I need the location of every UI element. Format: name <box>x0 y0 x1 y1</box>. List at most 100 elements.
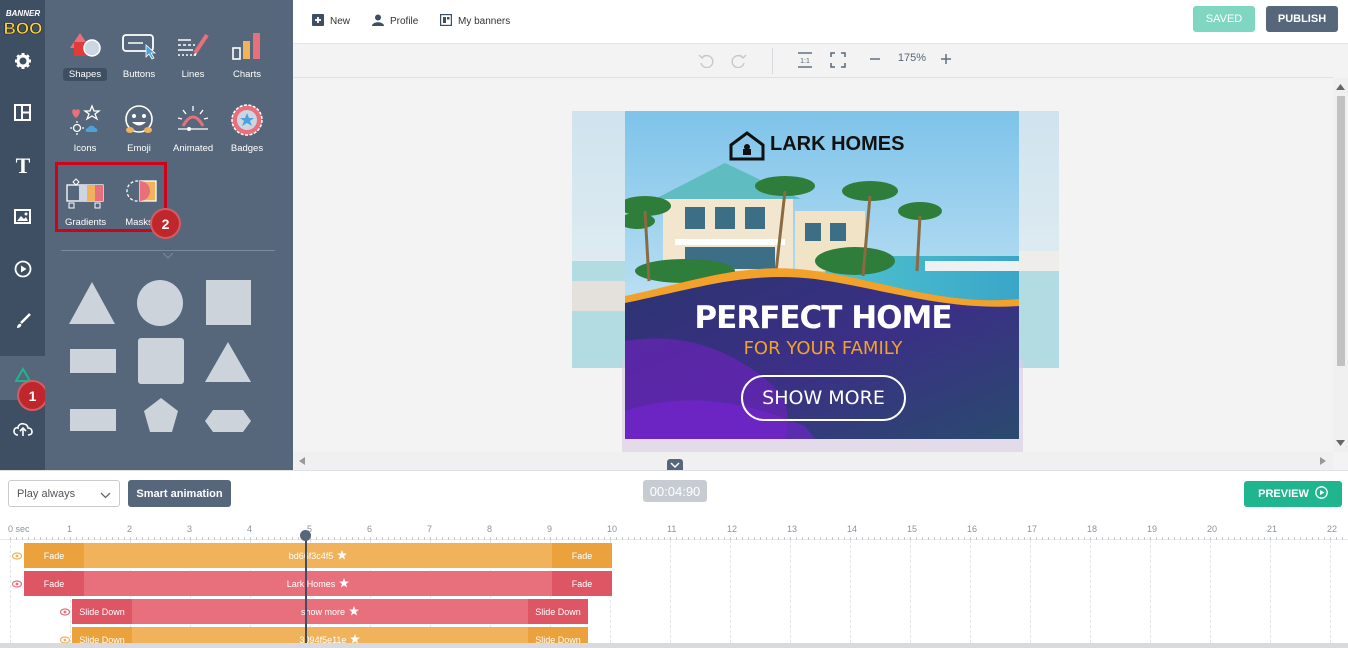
ruler-tick-label: 12 <box>727 524 738 534</box>
smart-animation-button[interactable]: Smart animation <box>128 480 231 507</box>
ruler-tick-label: 13 <box>787 524 798 534</box>
ruler-tick-label: 4 <box>247 524 253 534</box>
tool-shapes[interactable]: Shapes <box>59 24 111 81</box>
eye-icon[interactable] <box>11 551 23 561</box>
profile-button[interactable]: Profile <box>372 13 418 29</box>
animated-icon <box>167 98 219 142</box>
eye-icon[interactable] <box>11 579 23 589</box>
zoom-level: 175% <box>897 52 927 64</box>
timeline-grid-line <box>1030 540 1031 648</box>
ruler-tick-label: 10 <box>607 524 618 534</box>
play-mode-select[interactable]: Play always <box>8 480 120 507</box>
track-name[interactable]: show more <box>132 599 528 624</box>
track-out-animation[interactable]: Fade <box>552 571 612 596</box>
ruler-tick-label: 22 <box>1327 524 1338 534</box>
shape-hexagon[interactable] <box>205 410 251 432</box>
fullscreen-icon[interactable] <box>830 52 846 68</box>
plus-square-icon <box>312 13 324 29</box>
ruler-tick-label: 14 <box>847 524 858 534</box>
canvas-toolbar <box>293 44 1333 78</box>
bar-chart-icon <box>221 24 273 68</box>
rail-video-button[interactable] <box>0 244 45 296</box>
my-banners-button[interactable]: My banners <box>439 13 510 29</box>
playhead[interactable] <box>305 531 307 648</box>
ruler-tick-label: 0 sec <box>8 524 30 534</box>
tool-badges[interactable]: Badges <box>221 98 273 155</box>
timeline-grid-line <box>910 540 911 648</box>
timeline-scrollbar[interactable] <box>0 643 1348 648</box>
banner-headline[interactable]: PERFECT HOME <box>625 300 1021 336</box>
zoom-in-icon[interactable] <box>940 53 952 65</box>
play-circle-icon <box>1315 486 1328 502</box>
chevron-down-icon <box>670 459 680 471</box>
track-name[interactable]: bd66f3c4f5 <box>84 543 552 568</box>
banner-cta-button[interactable]: SHOW MORE <box>741 375 906 421</box>
button-cursor-icon <box>113 24 165 68</box>
saved-button[interactable]: SAVED <box>1193 6 1255 32</box>
vertical-scrollbar[interactable] <box>1333 78 1348 452</box>
chevron-down-icon <box>100 490 111 502</box>
ruler-tick-label: 16 <box>967 524 978 534</box>
timeline-track[interactable]: Fade bd66f3c4f5 Fade <box>24 543 612 568</box>
tool-emoji[interactable]: Emoji <box>113 98 165 155</box>
banner-subhead[interactable]: FOR YOUR FAMILY <box>625 338 1021 359</box>
shape-pentagon[interactable] <box>144 398 178 432</box>
shape-rectangle[interactable] <box>70 349 116 373</box>
track-out-animation[interactable]: Fade <box>552 543 612 568</box>
shape-triangle-2[interactable] <box>205 342 251 382</box>
track-out-animation[interactable]: Slide Down <box>528 599 588 624</box>
rail-image-button[interactable] <box>0 192 45 244</box>
timeline-track[interactable]: Fade Lark Homes Fade <box>24 571 612 596</box>
actual-size-icon[interactable]: 1:1 <box>797 52 813 68</box>
horizontal-scrollbar[interactable] <box>293 452 1333 470</box>
undo-icon[interactable] <box>698 52 714 69</box>
new-button[interactable]: New <box>312 13 350 29</box>
rail-brush-button[interactable] <box>0 296 45 348</box>
rail-settings-button[interactable] <box>0 36 45 88</box>
play-circle-icon <box>14 260 32 281</box>
track-in-animation[interactable]: Slide Down <box>72 599 132 624</box>
shape-square[interactable] <box>206 280 251 325</box>
timeline-grid-line <box>1270 540 1271 648</box>
emoji-icon <box>113 98 165 142</box>
svg-text:1:1: 1:1 <box>800 58 810 65</box>
lines-pencil-icon <box>167 24 219 68</box>
step-badge-2: 2 <box>150 208 181 239</box>
track-in-animation[interactable]: Fade <box>24 571 84 596</box>
collapse-timeline-button[interactable] <box>667 459 683 470</box>
rail-layout-button[interactable] <box>0 88 45 140</box>
ruler-tick-label: 9 <box>547 524 553 534</box>
shapes-icon <box>59 24 111 68</box>
ruler-tick-label: 21 <box>1267 524 1278 534</box>
track-in-animation[interactable]: Fade <box>24 543 84 568</box>
zoom-out-icon[interactable] <box>869 53 881 65</box>
timeline-grid-line <box>1090 540 1091 648</box>
user-icon <box>372 14 384 29</box>
tool-buttons[interactable]: Buttons <box>113 24 165 81</box>
track-name[interactable]: Lark Homes <box>84 571 552 596</box>
ruler-ticks: 0 sec 1 2 3 4 5 6 7 8 9 10 11 12 13 14 15 16 17 18 19 20 21 22 <box>0 516 1348 540</box>
shape-wide-rectangle[interactable] <box>70 409 116 431</box>
redo-icon[interactable] <box>731 52 747 69</box>
shape-triangle[interactable] <box>69 282 115 324</box>
preview-button[interactable]: PREVIEW <box>1244 481 1342 507</box>
publish-button[interactable]: PUBLISH <box>1266 6 1338 32</box>
rail-text-button[interactable]: T <box>0 140 45 192</box>
star-icon <box>349 605 359 618</box>
eye-icon[interactable] <box>59 607 71 617</box>
track-name-label: bd66f3c4f5 <box>288 550 334 561</box>
tool-icons[interactable]: Icons <box>59 98 111 155</box>
shape-circle[interactable] <box>137 280 183 326</box>
tool-animated[interactable]: Animated <box>167 98 219 155</box>
timeline-track[interactable]: Slide Down show more Slide Down <box>72 599 588 624</box>
divider-notch <box>162 250 174 259</box>
svg-text:BANNER: BANNER <box>6 9 40 18</box>
timeline-grid-line <box>1150 540 1151 648</box>
rail-upload-button[interactable] <box>0 404 45 456</box>
tool-lines[interactable]: Lines <box>167 24 219 81</box>
banner-brand[interactable]: LARK HOMES <box>770 133 910 157</box>
playhead-handle[interactable] <box>300 530 311 541</box>
svg-text:T: T <box>15 155 30 175</box>
tool-charts[interactable]: Charts <box>221 24 273 81</box>
shape-rounded-square[interactable] <box>138 338 184 384</box>
